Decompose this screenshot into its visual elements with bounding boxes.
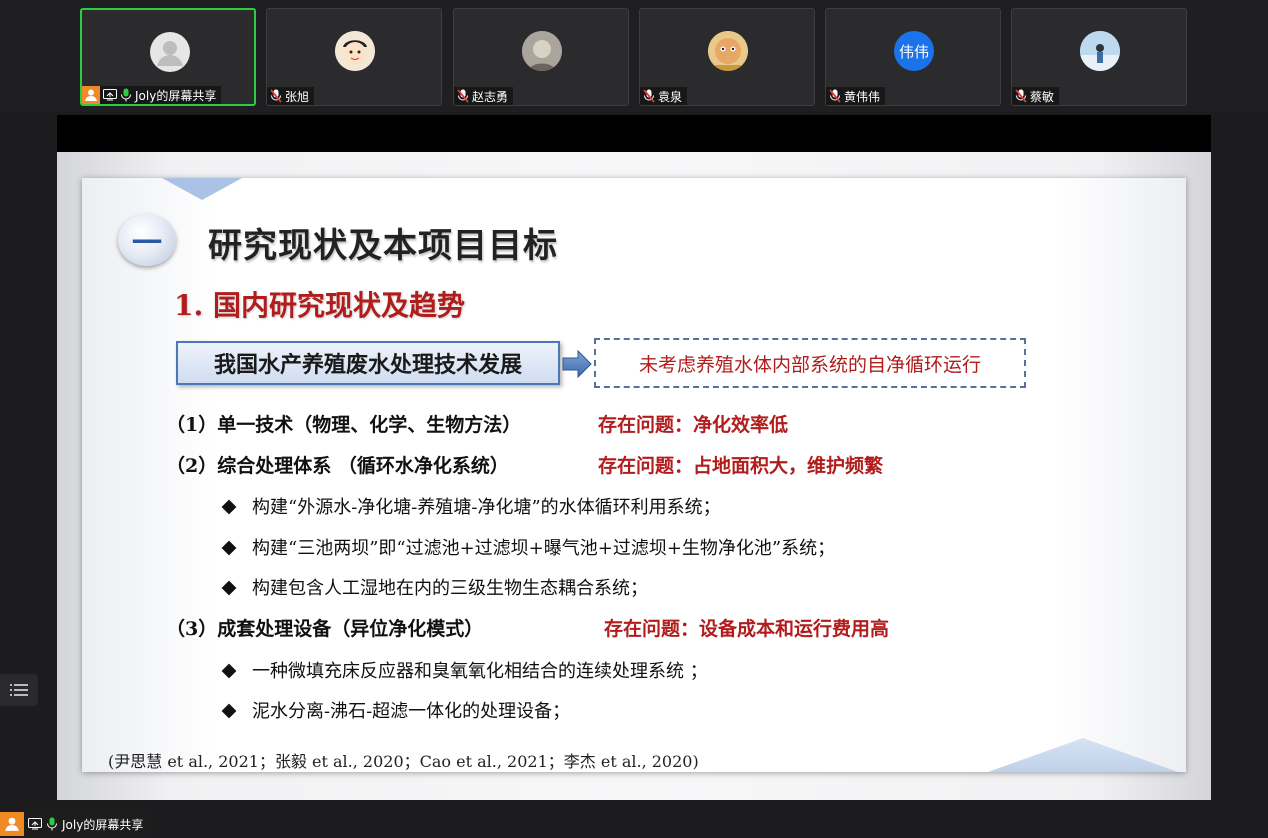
list-item: 泥水分离-沸石-超滤一体化的处理设备； xyxy=(221,697,570,723)
item-heading: （3）成套处理设备（异位净化模式） xyxy=(166,618,484,640)
mic-muted-icon xyxy=(643,89,655,103)
participant-name: 黄伟伟 xyxy=(844,89,881,104)
slide-subtitle: 1. 国内研究现状及趋势 xyxy=(174,289,465,322)
mic-on-icon xyxy=(120,88,132,102)
item-heading: （1）单一技术（物理、化学、生物方法） xyxy=(166,414,522,436)
mic-muted-icon xyxy=(1015,89,1027,103)
presentation-slide: 一 研究现状及本项目目标 1. 国内研究现状及趋势 我国水产养殖废水处理技术发展… xyxy=(82,178,1186,772)
host-icon xyxy=(82,86,100,104)
list-item: 构建“外源水-净化塘-养殖塘-净化塘”的水体循环利用系统； xyxy=(221,493,721,519)
participant-name: 赵志勇 xyxy=(472,89,509,104)
sharer-nameplate: Joly的屏幕共享 xyxy=(0,812,150,836)
participant-nameplate: 袁泉 xyxy=(640,87,688,105)
slide-viewport: 一 研究现状及本项目目标 1. 国内研究现状及趋势 我国水产养殖废水处理技术发展… xyxy=(57,152,1211,800)
diamond-bullet-icon xyxy=(221,663,237,679)
list-item: 构建“三池两坝”即“过滤池+过滤坝+曝气池+过滤坝+生物净化池”系统； xyxy=(221,534,835,560)
mic-on-icon xyxy=(46,817,58,831)
participant-nameplate: 黄伟伟 xyxy=(826,87,886,105)
cartoon-avatar-icon xyxy=(708,31,748,71)
item-heading: （2）综合处理体系 （循环水净化系统） xyxy=(166,455,509,477)
issue-text: 存在问题：设备成本和运行费用高 xyxy=(604,618,890,640)
arrow-right-icon xyxy=(562,349,592,379)
participant-name: Joly的屏幕共享 xyxy=(135,88,217,103)
host-icon xyxy=(0,812,24,836)
participant-name: 蔡敏 xyxy=(1030,89,1055,104)
tech-development-box: 我国水产养殖废水处理技术发展 xyxy=(176,341,560,385)
list-item: 一种微填充床反应器和臭氧氧化相结合的连续处理系统 ； xyxy=(221,657,708,683)
shared-screen: 一 研究现状及本项目目标 1. 国内研究现状及趋势 我国水产养殖废水处理技术发展… xyxy=(57,115,1211,800)
diamond-bullet-icon xyxy=(221,703,237,719)
participant-tile-zhaozhiyong[interactable]: 赵志勇 xyxy=(453,8,629,106)
list-toggle-button[interactable] xyxy=(0,674,38,706)
section-number-badge: 一 xyxy=(118,214,176,266)
note-dashed-box: 未考虑养殖水体内部系统的自净循环运行 xyxy=(594,338,1026,388)
bottom-bar xyxy=(0,812,1268,838)
decorative-triangle xyxy=(988,738,1178,772)
participant-tile-zhangxu[interactable]: 张旭 xyxy=(266,8,442,106)
participant-nameplate: 蔡敏 xyxy=(1012,87,1060,105)
issue-text: 存在问题：净化效率低 xyxy=(598,414,789,436)
slide-title: 研究现状及本项目目标 xyxy=(208,226,558,266)
sharer-name: Joly的屏幕共享 xyxy=(62,817,144,832)
participant-nameplate: 张旭 xyxy=(267,87,315,105)
citation: (尹思慧 et al., 2021；张毅 et al., 2020；Cao et… xyxy=(108,752,699,771)
participant-tile-joly[interactable]: Joly的屏幕共享 xyxy=(80,8,256,106)
participant-strip: Joly的屏幕共享 张旭 赵志勇 袁泉 伟伟 黄伟伟 蔡敏 xyxy=(0,0,1268,112)
person-placeholder-icon xyxy=(150,32,190,72)
participant-nameplate: 赵志勇 xyxy=(454,87,514,105)
issue-text: 存在问题：占地面积大，维护频繁 xyxy=(598,455,884,477)
decorative-triangle xyxy=(162,178,242,200)
mic-muted-icon xyxy=(270,89,282,103)
photo-avatar-icon xyxy=(522,31,562,71)
meeting-window: Joly的屏幕共享 张旭 赵志勇 袁泉 伟伟 黄伟伟 蔡敏 一 研究现状及本项目… xyxy=(0,0,1268,838)
diamond-bullet-icon xyxy=(221,580,237,596)
screen-share-icon xyxy=(103,89,117,101)
participant-name: 张旭 xyxy=(285,89,310,104)
screen-share-icon xyxy=(28,818,42,830)
diamond-bullet-icon xyxy=(221,499,237,515)
participant-tile-yuanquan[interactable]: 袁泉 xyxy=(639,8,815,106)
cartoon-avatar-icon xyxy=(335,31,375,71)
mic-muted-icon xyxy=(457,89,469,103)
participant-tile-caimin[interactable]: 蔡敏 xyxy=(1011,8,1187,106)
participant-name: 袁泉 xyxy=(658,89,683,104)
initials-avatar: 伟伟 xyxy=(894,31,934,71)
mic-muted-icon xyxy=(829,89,841,103)
participant-tile-huangweiwei[interactable]: 伟伟 黄伟伟 xyxy=(825,8,1001,106)
list-icon xyxy=(10,684,28,696)
list-item: 构建包含人工湿地在内的三级生物生态耦合系统； xyxy=(221,574,648,600)
photo-avatar-icon xyxy=(1080,31,1120,71)
diamond-bullet-icon xyxy=(221,540,237,556)
participant-nameplate: Joly的屏幕共享 xyxy=(82,86,222,104)
